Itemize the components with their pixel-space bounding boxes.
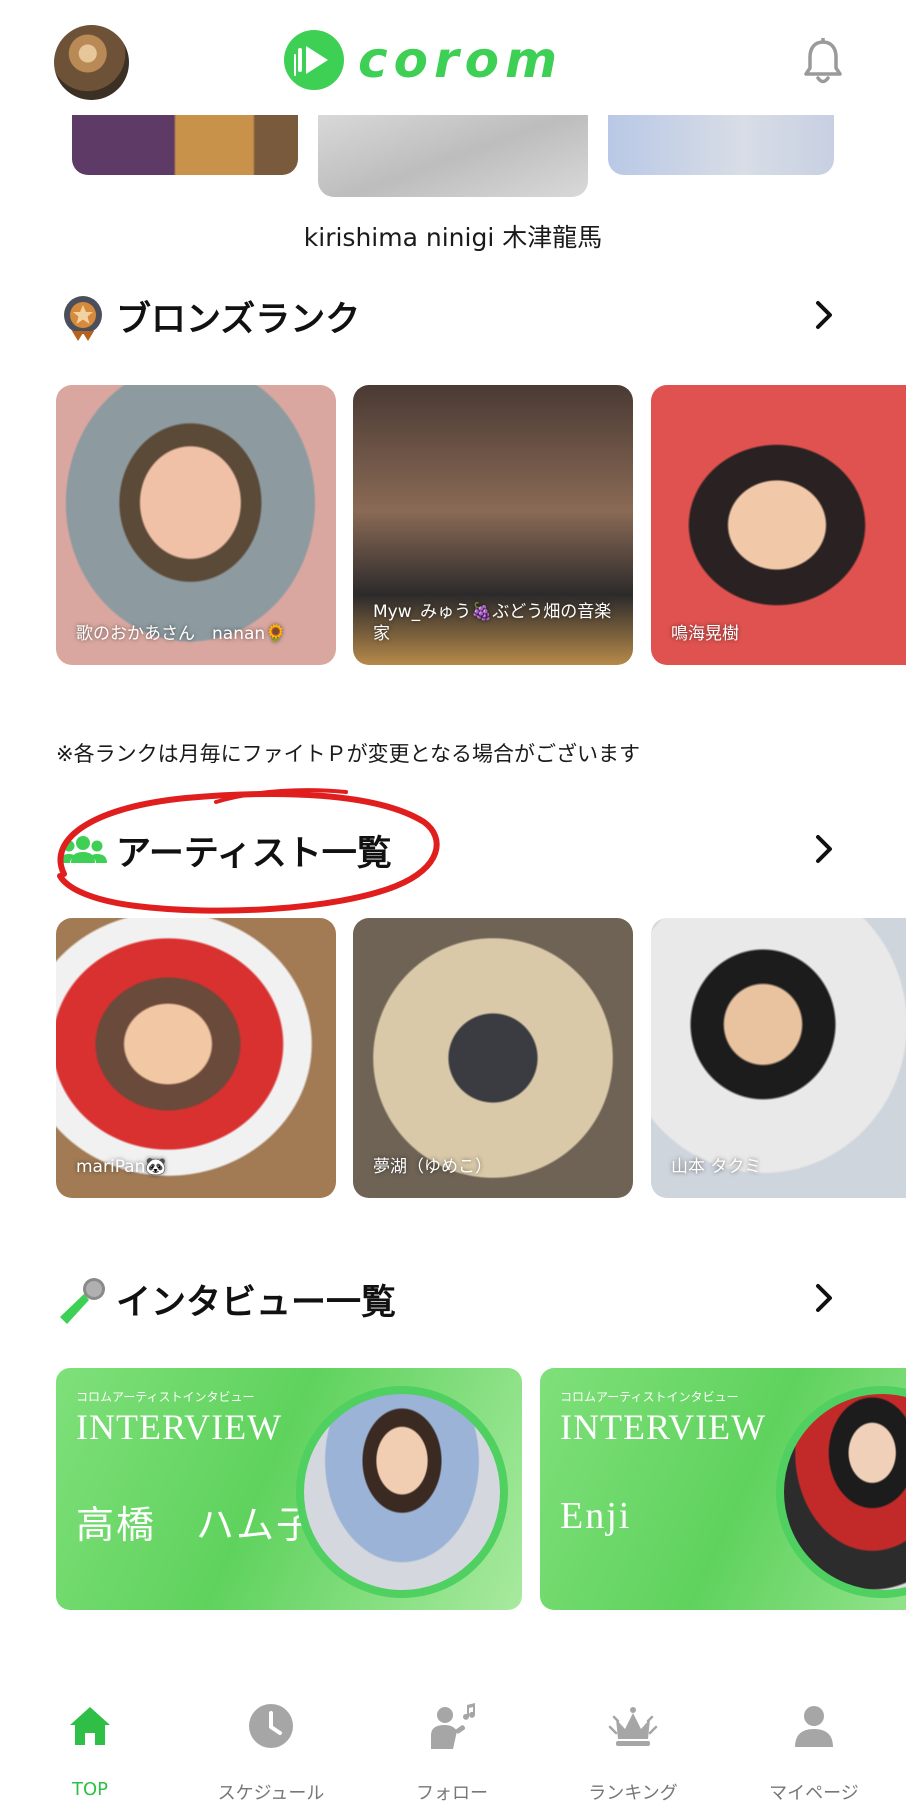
section-title: ブロンズランク — [116, 300, 361, 340]
artist-name: 鳴海晃樹 — [671, 624, 739, 644]
interview-subtitle: コロムアーティストインタビュー — [560, 1390, 739, 1404]
top-carousel-card[interactable] — [608, 115, 834, 175]
interview-carousel: コロムアーティストインタビュー INTERVIEW 高橋 ハム子 コロムアーティ… — [0, 1368, 906, 1612]
interview-photo — [776, 1386, 906, 1598]
artist-card[interactable]: 夢湖（ゆめこ） — [353, 918, 633, 1198]
bronze-rank-carousel: 歌のおかあさん nanan🌻 Myw_みゅう🍇ぶどう畑の音楽家 鳴海晃樹 — [0, 385, 906, 667]
artist-name: mariPan🐼 — [76, 1157, 167, 1177]
interview-list-header[interactable]: インタビュー一覧 — [0, 1268, 906, 1328]
tab-label: ランキング — [588, 1783, 678, 1804]
tab-label: TOP — [71, 1779, 109, 1800]
chevron-right-icon[interactable] — [806, 297, 842, 333]
artist-list-carousel: mariPan🐼 夢湖（ゆめこ） 山本 タクミ — [0, 918, 906, 1200]
interview-subtitle: コロムアーティストインタビュー — [76, 1390, 255, 1404]
artist-card[interactable]: mariPan🐼 — [56, 918, 336, 1198]
microphone-icon — [60, 1278, 105, 1324]
artist-name: 歌のおかあさん nanan🌻 — [76, 624, 287, 644]
bronze-rank-header[interactable]: ブロンズランク — [0, 285, 906, 345]
interview-artist-name: Enji — [560, 1495, 632, 1537]
tab-ranking[interactable]: ランキング — [543, 1675, 723, 1807]
chevron-right-icon[interactable] — [806, 1280, 842, 1316]
interview-heading: INTERVIEW — [560, 1407, 767, 1447]
interview-heading: INTERVIEW — [76, 1407, 283, 1447]
bronze-medal-icon — [64, 296, 102, 341]
home-icon — [70, 1707, 110, 1745]
section-title: インタビュー一覧 — [116, 1283, 397, 1323]
chevron-right-icon[interactable] — [806, 831, 842, 867]
bottom-tab-bar: TOP スケジュール フォロー ランキング マイページ — [0, 1675, 906, 1807]
tab-top[interactable]: TOP — [0, 1675, 180, 1807]
artist-card[interactable]: 山本 タクミ — [651, 918, 906, 1198]
tab-label: マイページ — [769, 1783, 859, 1804]
artist-name: Myw_みゅう🍇ぶどう畑の音楽家 — [373, 602, 612, 644]
tab-label: スケジュール — [217, 1783, 325, 1804]
top-carousel-card[interactable] — [318, 115, 588, 197]
user-icon — [795, 1706, 833, 1747]
logo-text: corom — [358, 31, 564, 89]
artist-name: 夢湖（ゆめこ） — [373, 1157, 492, 1177]
artist-card[interactable]: Myw_みゅう🍇ぶどう畑の音楽家 — [353, 385, 633, 665]
clock-icon — [249, 1704, 293, 1748]
interview-card[interactable]: コロムアーティストインタビュー INTERVIEW Enji — [540, 1368, 906, 1610]
app-logo[interactable]: corom — [284, 30, 563, 90]
top-carousel — [0, 115, 906, 197]
tab-schedule[interactable]: スケジュール — [181, 1675, 361, 1807]
artist-name: 山本 タクミ — [671, 1157, 762, 1177]
avatar[interactable] — [54, 25, 129, 100]
top-carousel-card[interactable] — [72, 115, 298, 175]
tab-label: フォロー — [416, 1783, 488, 1804]
tab-mypage[interactable]: マイページ — [724, 1675, 904, 1807]
interview-card[interactable]: コロムアーティストインタビュー INTERVIEW 高橋 ハム子 — [56, 1368, 522, 1610]
rank-note: ※各ランクは月毎にファイトＰが変更となる場合がございます — [56, 742, 640, 766]
crown-icon — [608, 1707, 658, 1746]
artist-card[interactable]: 鳴海晃樹 — [651, 385, 906, 665]
tab-follow[interactable]: フォロー — [362, 1675, 542, 1807]
follow-singer-icon — [431, 1703, 475, 1749]
top-carousel-caption: kirishima ninigi 木津龍馬 — [303, 223, 603, 252]
interview-artist-name: 高橋 ハム子 — [76, 1505, 317, 1547]
artist-card[interactable]: 歌のおかあさん nanan🌻 — [56, 385, 336, 665]
interview-photo — [296, 1386, 508, 1598]
highlight-annotation-oval — [57, 788, 440, 914]
bell-icon[interactable] — [802, 38, 844, 88]
app-header: corom — [0, 0, 906, 115]
logo-play-icon — [284, 30, 344, 90]
